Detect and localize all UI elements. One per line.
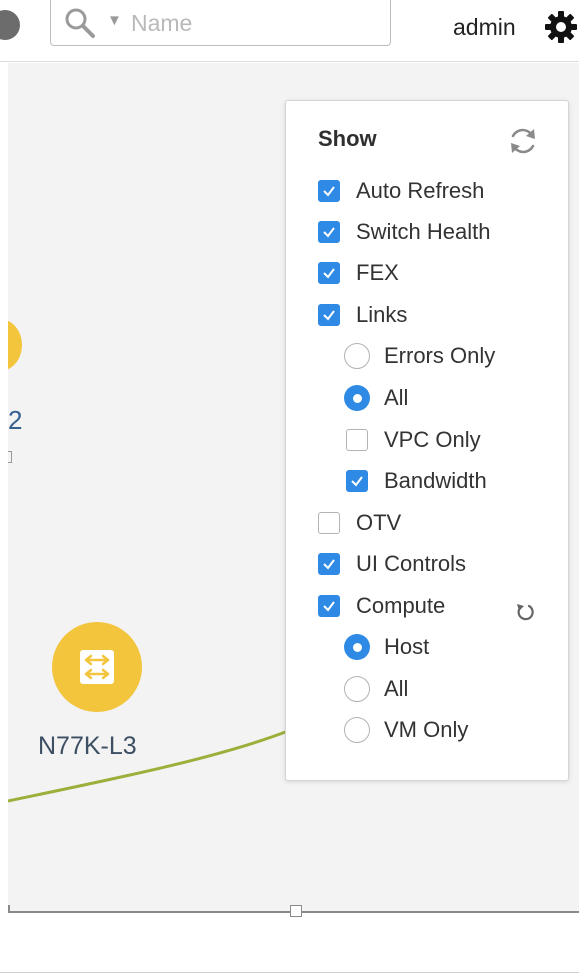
- host-label: Host: [384, 634, 430, 659]
- option-otv[interactable]: OTV: [318, 508, 401, 538]
- node-status-box: [8, 451, 12, 463]
- bandwidth-checkbox[interactable]: [346, 470, 368, 492]
- check-icon: [323, 601, 335, 612]
- option-compute-host[interactable]: Host: [344, 632, 429, 662]
- vpc-only-label: VPC Only: [384, 427, 481, 452]
- panel-title: Show: [318, 126, 377, 151]
- ui-controls-checkbox[interactable]: [318, 553, 340, 575]
- otv-label: OTV: [356, 510, 402, 535]
- ui-controls-label: UI Controls: [356, 551, 467, 576]
- host-radio[interactable]: [344, 634, 370, 660]
- chevron-down-icon[interactable]: ▼: [107, 12, 122, 29]
- check-icon: [323, 268, 335, 279]
- option-auto-refresh[interactable]: Auto Refresh: [318, 176, 484, 206]
- check-icon: [323, 559, 335, 570]
- check-icon: [323, 186, 335, 197]
- check-icon: [323, 310, 335, 321]
- vpc-only-checkbox[interactable]: [346, 429, 368, 451]
- option-switch-health[interactable]: Switch Health: [318, 217, 491, 247]
- check-icon: [351, 476, 363, 487]
- links-checkbox[interactable]: [318, 304, 340, 326]
- bandwidth-label: Bandwidth: [384, 468, 487, 493]
- vm-only-radio[interactable]: [344, 717, 370, 743]
- node-label-partial: 2: [8, 405, 23, 435]
- option-ui-controls[interactable]: UI Controls: [318, 549, 466, 579]
- switch-health-checkbox[interactable]: [318, 221, 340, 243]
- show-panel: Show Auto Refresh Switch Health FEX Link…: [285, 100, 569, 781]
- option-links-all[interactable]: All: [344, 383, 408, 413]
- compute-all-label: All: [384, 676, 409, 701]
- fex-label: FEX: [356, 260, 399, 285]
- errors-only-radio[interactable]: [344, 343, 370, 369]
- option-links[interactable]: Links: [318, 300, 407, 330]
- top-header: ▼ admin: [0, 0, 579, 62]
- node-label: N77K-L3: [38, 732, 137, 760]
- vm-only-label: VM Only: [384, 717, 469, 742]
- option-vpc-only[interactable]: VPC Only: [346, 425, 481, 455]
- links-all-label: All: [384, 385, 409, 410]
- auto-refresh-checkbox[interactable]: [318, 180, 340, 202]
- option-compute-vm-only[interactable]: VM Only: [344, 715, 468, 745]
- option-compute-all[interactable]: All: [344, 674, 408, 704]
- footer-divider: [0, 972, 579, 973]
- search-icon[interactable]: [63, 6, 97, 40]
- compute-all-radio[interactable]: [344, 676, 370, 702]
- switch-health-label: Switch Health: [356, 219, 491, 244]
- option-compute[interactable]: Compute: [318, 591, 445, 621]
- gear-icon[interactable]: [544, 10, 578, 44]
- check-icon: [323, 227, 335, 238]
- reset-icon[interactable]: [514, 601, 536, 623]
- avatar[interactable]: [0, 10, 20, 40]
- username[interactable]: admin: [453, 14, 516, 41]
- option-links-errors-only[interactable]: Errors Only: [344, 341, 495, 371]
- switch-icon: [80, 650, 114, 684]
- resize-handle[interactable]: [290, 905, 302, 917]
- option-bandwidth[interactable]: Bandwidth: [346, 466, 487, 496]
- fex-checkbox[interactable]: [318, 262, 340, 284]
- switch-node[interactable]: [52, 622, 142, 712]
- option-fex[interactable]: FEX: [318, 258, 399, 288]
- compute-checkbox[interactable]: [318, 595, 340, 617]
- links-label: Links: [356, 302, 408, 327]
- search-input[interactable]: [131, 8, 381, 38]
- compute-label: Compute: [356, 593, 446, 618]
- search-box[interactable]: ▼: [50, 0, 391, 46]
- auto-refresh-label: Auto Refresh: [356, 178, 485, 203]
- errors-only-label: Errors Only: [384, 343, 496, 368]
- refresh-icon[interactable]: [507, 125, 539, 157]
- links-all-radio[interactable]: [344, 385, 370, 411]
- otv-checkbox[interactable]: [318, 512, 340, 534]
